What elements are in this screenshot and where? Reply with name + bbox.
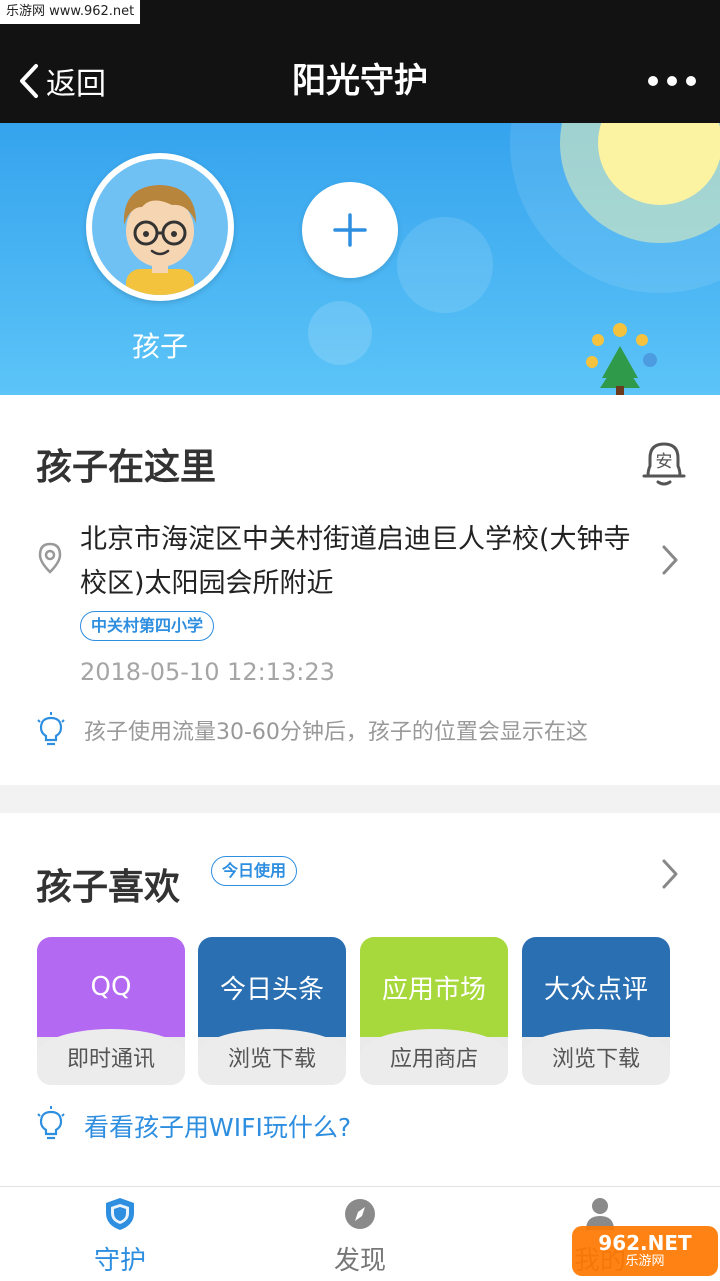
corner-watermark-main: 962.NET xyxy=(598,1231,692,1255)
bell-icon: 安 xyxy=(642,442,686,486)
app-name: QQ xyxy=(37,937,185,1037)
tab-label: 发现 xyxy=(333,1246,386,1276)
likes-heading: 孩子喜欢 xyxy=(36,867,181,908)
app-category: 即时通讯 xyxy=(37,1029,185,1085)
more-dot-icon xyxy=(648,76,658,86)
bell-text: 安 xyxy=(656,452,673,472)
chevron-right-icon xyxy=(662,859,678,889)
shield-icon xyxy=(106,1198,134,1230)
location-heading: 孩子在这里 xyxy=(36,447,217,488)
compass-icon xyxy=(345,1199,375,1229)
more-dot-icon xyxy=(686,76,696,86)
plus-icon xyxy=(333,213,367,247)
safety-alert-button[interactable]: 安 xyxy=(640,436,688,492)
app-card-dianping[interactable]: 大众点评 浏览下载 xyxy=(522,937,670,1085)
lightbulb-icon xyxy=(36,1106,66,1144)
location-detail-chevron[interactable] xyxy=(660,544,680,580)
corner-watermark-sub: 乐游网 xyxy=(625,1254,665,1269)
location-timestamp: 2018-05-10 12:13:23 xyxy=(80,658,335,686)
likes-more-chevron[interactable] xyxy=(660,858,680,894)
tree-suns-icon xyxy=(586,323,657,395)
app-name: 大众点评 xyxy=(522,937,670,1037)
app-category: 应用商店 xyxy=(360,1029,508,1085)
child-avatar-illustration xyxy=(123,185,196,295)
page-title: 阳光守护 xyxy=(292,61,428,101)
app-category: 浏览下载 xyxy=(522,1029,670,1085)
app-name: 应用市场 xyxy=(360,937,508,1037)
add-child-button[interactable] xyxy=(302,182,398,278)
wifi-usage-link[interactable]: 看看孩子用WIFI玩什么? xyxy=(84,1108,351,1144)
location-address[interactable]: 北京市海淀区中关村街道启迪巨人学校(大钟寺校区)太阳园会所附近 xyxy=(80,518,650,606)
more-dot-icon xyxy=(667,76,677,86)
app-card-qq[interactable]: QQ 即时通讯 xyxy=(37,937,185,1085)
app-card-toutiao[interactable]: 今日头条 浏览下载 xyxy=(198,937,346,1085)
tab-discover[interactable]: 发现 xyxy=(290,1196,430,1277)
corner-watermark: 962.NET 乐游网 xyxy=(572,1226,718,1276)
chevron-right-icon xyxy=(662,545,678,575)
app-category: 浏览下载 xyxy=(198,1029,346,1085)
app-card-app-market[interactable]: 应用市场 应用商店 xyxy=(360,937,508,1085)
tab-guard[interactable]: 守护 xyxy=(50,1196,190,1277)
school-tag: 中关村第四小学 xyxy=(80,611,215,641)
watermark-label: 乐游网 www.962.net xyxy=(0,0,141,24)
app-name: 今日头条 xyxy=(198,937,346,1037)
location-pin-icon xyxy=(38,542,62,580)
tab-label: 守护 xyxy=(93,1246,146,1276)
child-name-label: 孩子 xyxy=(131,330,188,363)
child-avatar[interactable] xyxy=(86,153,234,301)
lightbulb-icon xyxy=(36,712,66,750)
today-usage-tag: 今日使用 xyxy=(211,856,298,886)
location-hint: 孩子使用流量30-60分钟后，孩子的位置会显示在这 xyxy=(84,720,588,745)
more-menu-button[interactable] xyxy=(648,66,696,96)
